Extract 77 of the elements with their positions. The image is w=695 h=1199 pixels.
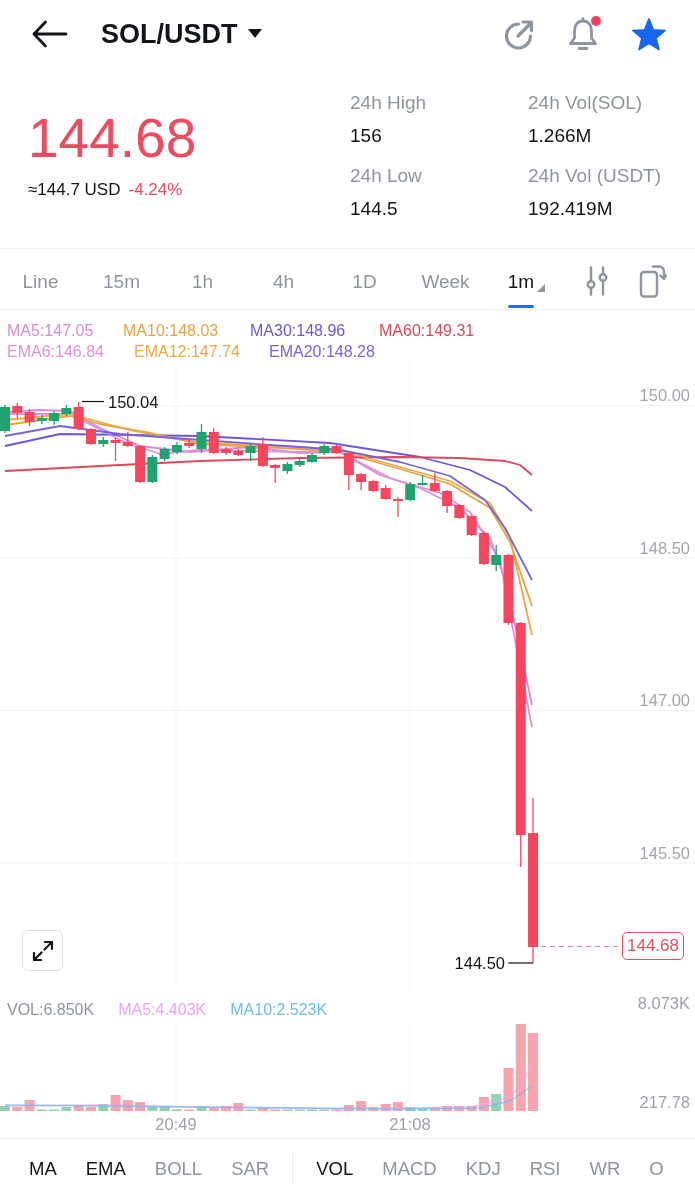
candlestick (356, 472, 367, 491)
indicator-tab[interactable]: O (643, 1151, 670, 1187)
indicator-tab[interactable]: VOL (310, 1151, 360, 1187)
interval-tab[interactable]: 15m (101, 249, 142, 309)
interval-tab[interactable]: Line (20, 249, 61, 309)
volume-axis-label: 8.073K (637, 993, 690, 1014)
last-price: 144.68 (28, 108, 198, 168)
volume-indicator-value: MA10:2.523K (230, 1000, 328, 1020)
volume-axis-label: 217.78 (639, 1093, 690, 1111)
time-axis-label: 20:49 (155, 1115, 197, 1133)
indicator-tab[interactable]: WR (583, 1151, 627, 1187)
indicator-value: EMA12:147.74 (134, 342, 241, 362)
candlestick (49, 410, 60, 426)
indicator-value: EMA20:148.28 (269, 342, 376, 362)
stat-value: 156 (350, 124, 383, 148)
price-axis-label: 148.50 (639, 538, 690, 557)
pair-selector[interactable]: SOL/USDT (101, 17, 262, 51)
indicator-tab[interactable]: KDJ (459, 1151, 507, 1187)
interval-tab[interactable]: 4h (270, 249, 297, 309)
high-price-label: 150.04 (108, 392, 159, 411)
stat-label: 24h Vol(SOL) (528, 91, 644, 115)
stat-label: 24h Vol (USDT) (528, 164, 662, 188)
sliders-icon[interactable] (586, 266, 608, 296)
indicator-tab[interactable]: MA (23, 1151, 63, 1187)
price-axis-label: 147.00 (639, 691, 690, 710)
volume-bar (0, 1106, 10, 1111)
low-price-label: 144.50 (454, 954, 505, 972)
high-marker-line (81, 400, 105, 403)
indicator-value: MA30:148.96 (250, 321, 347, 341)
indicator-tab[interactable]: BOLL (148, 1151, 209, 1187)
candlestick (392, 496, 403, 518)
candlestick (12, 402, 23, 419)
price-change: -4.24% (128, 179, 183, 201)
interval-tab[interactable]: 1D (350, 249, 379, 309)
candlestick (171, 441, 182, 455)
candlestick (0, 404, 10, 434)
price-axis-label: 145.50 (639, 843, 690, 862)
stat-label: 24h High (350, 91, 428, 115)
indicator-value: MA60:149.31 (379, 321, 476, 341)
indicator-value: MA10:148.03 (123, 321, 220, 341)
volume-indicator-value: VOL:6.850K (7, 1000, 95, 1020)
stat-label: 24h Low (350, 164, 423, 188)
interval-tab[interactable]: 1h (189, 249, 216, 309)
candlestick (319, 443, 330, 456)
expand-icon (31, 939, 54, 962)
usd-price: ≈144.7 USD (28, 179, 121, 201)
volume-indicator-value: MA5:4.403K (118, 1000, 207, 1020)
stat-value: 192.419M (528, 197, 614, 221)
bell-icon[interactable] (568, 17, 598, 51)
star-icon[interactable] (631, 17, 667, 51)
indicator-tab[interactable]: MACD (376, 1151, 443, 1187)
price-axis-label: 150.00 (639, 386, 690, 405)
back-arrow-icon[interactable] (32, 20, 68, 48)
stat-value: 1.266M (528, 124, 593, 148)
caret-icon (247, 29, 262, 39)
candlestick (307, 452, 317, 464)
interval-tab[interactable]: 1m (505, 249, 548, 309)
candlestick (294, 458, 305, 468)
indicator-tab[interactable]: SAR (225, 1151, 276, 1187)
stat-value: 144.5 (350, 197, 399, 221)
indicator-tab[interactable]: RSI (523, 1151, 567, 1187)
time-axis-label: 21:08 (389, 1115, 431, 1133)
fullscreen-button[interactable] (22, 930, 63, 971)
volume-bar (392, 1102, 403, 1111)
candlestick (368, 479, 379, 493)
candlestick (135, 444, 146, 484)
candlestick (380, 484, 391, 501)
circle-arrow-icon[interactable] (503, 18, 535, 50)
interval-tab[interactable]: Week (419, 249, 472, 309)
indicator-value: EMA6:146.84 (7, 342, 105, 362)
low-marker-line (507, 962, 534, 964)
candlestick (208, 427, 219, 455)
indicator-tab[interactable]: EMA (79, 1151, 132, 1187)
last-price-tag: 144.68 (622, 932, 684, 960)
indicator-value: MA5:147.05 (7, 321, 95, 341)
rotate-phone-icon[interactable] (639, 264, 667, 298)
candlestick (221, 446, 232, 456)
